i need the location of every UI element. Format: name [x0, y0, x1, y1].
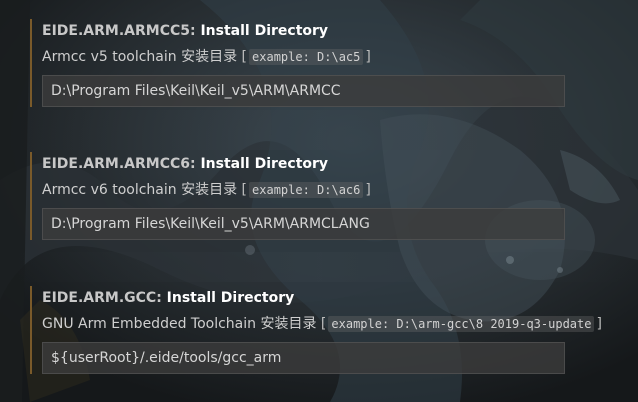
- example-code: example: D:\ac5: [249, 49, 364, 65]
- bracket-open: [: [320, 316, 327, 332]
- setting-description-text: Armcc v5 toolchain 安装目录: [42, 49, 238, 65]
- setting-name: Install Directory: [200, 23, 329, 39]
- setting-title: EIDE.ARM.ARMCC5: Install Directory: [42, 22, 638, 40]
- setting-name: Install Directory: [166, 290, 295, 306]
- setting-colon: :: [189, 23, 201, 39]
- example-code: example: D:\arm-gcc\8 2019-q3-update: [328, 316, 595, 332]
- armcc5-directory-input[interactable]: D:\Program Files\Keil\Keil_v5\ARM\ARMCC: [42, 75, 565, 107]
- setting-description: Armcc v5 toolchain 安装目录 [example: D:\ac5…: [42, 48, 638, 66]
- setting-armcc6: EIDE.ARM.ARMCC6: Install Directory Armcc…: [30, 152, 638, 240]
- example-code: example: D:\ac6: [249, 182, 364, 198]
- bracket-open: [: [241, 49, 248, 65]
- setting-gcc: EIDE.ARM.GCC: Install Directory GNU Arm …: [30, 286, 638, 374]
- bracket-close: ]: [365, 49, 371, 65]
- bracket-open: [: [241, 182, 248, 198]
- gcc-directory-input[interactable]: ${userRoot}/.eide/tools/gcc_arm: [42, 342, 565, 374]
- setting-title: EIDE.ARM.GCC: Install Directory: [42, 289, 638, 307]
- bracket-close: ]: [365, 182, 371, 198]
- armcc6-directory-input[interactable]: D:\Program Files\Keil\Keil_v5\ARM\ARMCLA…: [42, 208, 565, 240]
- setting-armcc5: EIDE.ARM.ARMCC5: Install Directory Armcc…: [30, 19, 638, 107]
- setting-colon: :: [156, 290, 167, 306]
- settings-list: EIDE.ARM.ARMCC5: Install Directory Armcc…: [0, 0, 638, 402]
- setting-description: Armcc v6 toolchain 安装目录 [example: D:\ac6…: [42, 181, 638, 199]
- setting-title: EIDE.ARM.ARMCC6: Install Directory: [42, 155, 638, 173]
- setting-description-text: Armcc v6 toolchain 安装目录: [42, 182, 238, 198]
- setting-category: EIDE.ARM.ARMCC5: [42, 23, 190, 39]
- setting-name: Install Directory: [200, 156, 329, 172]
- setting-description: GNU Arm Embedded Toolchain 安装目录 [example…: [42, 315, 638, 333]
- setting-category: EIDE.ARM.GCC: [42, 290, 157, 306]
- setting-description-text: GNU Arm Embedded Toolchain 安装目录: [42, 316, 317, 332]
- bracket-close: ]: [596, 316, 602, 332]
- setting-category: EIDE.ARM.ARMCC6: [42, 156, 190, 172]
- setting-colon: :: [189, 156, 201, 172]
